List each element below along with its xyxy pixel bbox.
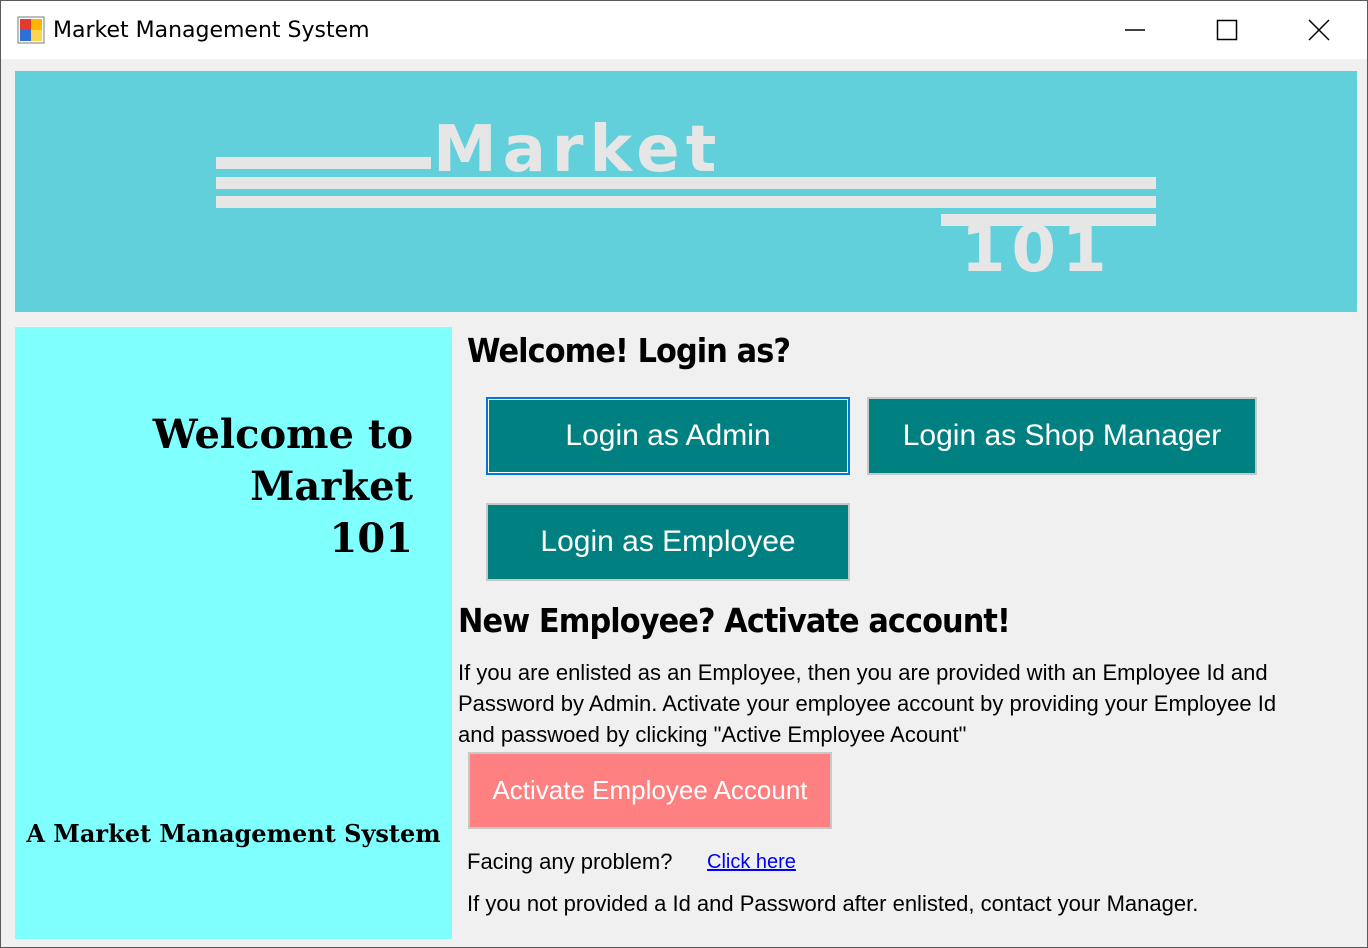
main-window: Market Management System Market 101 Welc… [0, 0, 1368, 948]
welcome-line: Welcome to Market [152, 411, 413, 510]
login-heading: Welcome! Login as? [467, 331, 791, 370]
welcome-line: 101 [329, 515, 414, 562]
maximize-button[interactable] [1199, 7, 1255, 53]
close-icon [1308, 19, 1330, 41]
info-line: and passwoed by clicking "Active Employe… [458, 722, 967, 747]
info-line: If you are enlisted as an Employee, then… [458, 660, 1268, 685]
new-employee-heading: New Employee? Activate account! [458, 601, 1011, 640]
minimize-icon [1125, 29, 1145, 31]
problem-text: Facing any problem? [467, 849, 673, 874]
title-bar[interactable]: Market Management System [1, 1, 1367, 59]
logo-bar [216, 157, 431, 169]
minimize-button[interactable] [1107, 7, 1163, 53]
activation-info: If you are enlisted as an Employee, then… [458, 657, 1358, 750]
logo-number: 101 [961, 213, 1113, 287]
app-icon [17, 16, 45, 44]
contact-text: If you not provided a Id and Password af… [467, 891, 1199, 916]
tagline: A Market Management System [26, 819, 441, 848]
login-admin-button[interactable]: Login as Admin [486, 397, 850, 475]
maximize-icon [1216, 19, 1238, 41]
info-line: Password by Admin. Activate your employe… [458, 691, 1277, 716]
logo-banner [15, 71, 1357, 312]
welcome-title: Welcome to Market 101 [31, 409, 413, 565]
close-button[interactable] [1291, 7, 1347, 53]
activate-employee-account-button[interactable]: Activate Employee Account [468, 752, 832, 829]
welcome-panel: Welcome to Market 101 A Market Managemen… [15, 327, 452, 939]
login-shop-manager-button[interactable]: Login as Shop Manager [867, 397, 1257, 475]
help-link[interactable]: Click here [707, 851, 796, 874]
logo-word: Market [433, 113, 723, 187]
login-employee-button[interactable]: Login as Employee [486, 503, 850, 581]
logo-bar [216, 196, 1156, 208]
window-title: Market Management System [53, 18, 370, 43]
